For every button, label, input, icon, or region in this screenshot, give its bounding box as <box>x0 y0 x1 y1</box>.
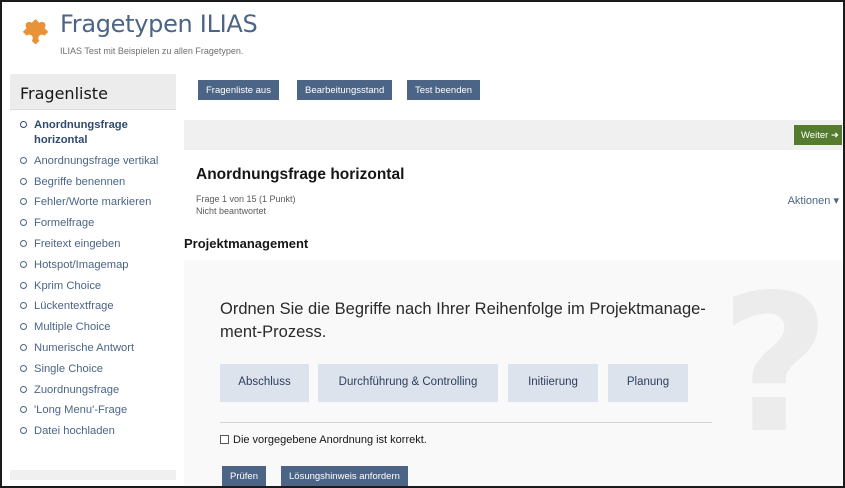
sidebar-item-fehler-worte-markieren[interactable]: Fehler/Worte markieren <box>10 195 176 210</box>
order-item-initiierung[interactable]: Initiierung <box>508 364 598 402</box>
order-correct-checkbox[interactable] <box>220 435 229 444</box>
circle-bullet-icon <box>20 343 27 351</box>
circle-bullet-icon <box>20 281 27 289</box>
sidebar-list: Anordnungsfrage horizontal Anordnungsfra… <box>10 110 176 470</box>
arrow-right-icon: ➜ <box>830 130 839 141</box>
question-title: Anordnungsfrage horizontal <box>196 166 405 183</box>
sidebar-item-hotspot-imagemap[interactable]: Hotspot/Imagemap <box>10 258 176 273</box>
circle-bullet-icon <box>20 239 27 247</box>
sidebar-item-label: Freitext eingeben <box>34 237 121 250</box>
checkbox-label: Die vorgegebene Anordnung ist korrekt. <box>233 434 427 446</box>
circle-bullet-icon <box>20 177 27 185</box>
circle-bullet-icon <box>20 219 27 227</box>
circle-bullet-icon <box>20 364 27 372</box>
order-correct-checkbox-row: Die vorgegebene Anordnung ist korrekt. <box>220 434 427 446</box>
sidebar-item-label: 'Long Menu'-Frage <box>34 404 128 417</box>
circle-bullet-icon <box>20 121 27 128</box>
finish-test-button[interactable]: Test beenden <box>407 80 481 100</box>
sidebar-item-label: Fehler/Worte markieren <box>34 196 152 209</box>
actions-label: Aktionen <box>787 195 831 207</box>
circle-bullet-icon <box>20 406 27 414</box>
sidebar-item-label: Lückentextfrage <box>34 300 114 313</box>
sidebar-heading: Fragenliste <box>10 74 176 110</box>
sidebar-item-freitext-eingeben[interactable]: Freitext eingeben <box>10 237 176 252</box>
puzzle-logo-icon <box>22 19 49 44</box>
sidebar-item-label: Anordnungsfrage horizontal <box>34 119 128 146</box>
request-hint-button[interactable]: Lösungshinweis anfordern <box>281 466 408 486</box>
sidebar-item-label: Zuordnungsfrage <box>34 383 120 396</box>
sidebar-item-label: Hotspot/Imagemap <box>34 258 129 271</box>
sidebar-item-label: Begriffe benennen <box>34 175 126 188</box>
check-button[interactable]: Prüfen <box>222 466 266 486</box>
sidebar-item-lueckentextfrage[interactable]: Lückentextfrage <box>10 299 176 314</box>
sidebar-item-label: Numerische Antwort <box>34 341 135 354</box>
order-item-planung[interactable]: Planung <box>608 364 688 402</box>
divider <box>220 422 712 423</box>
sidebar-item-multiple-choice[interactable]: Multiple Choice <box>10 320 176 335</box>
app-title: Fragetypen ILIAS <box>60 10 258 38</box>
sidebar-item-begriffe-benennen[interactable]: Begriffe benennen <box>10 175 176 190</box>
sidebar-item-datei-hochladen[interactable]: Datei hochladen <box>10 424 176 439</box>
sidebar-item-single-choice[interactable]: Single Choice <box>10 362 176 377</box>
sidebar-item-label: Datei hochladen <box>34 425 115 438</box>
sidebar-item-label: Kprim Choice <box>34 279 102 292</box>
circle-bullet-icon <box>20 302 27 310</box>
circle-bullet-icon <box>20 385 27 393</box>
order-item-durchfuehrung-controlling[interactable]: Durchführung & Controlling <box>318 364 498 402</box>
question-nav-bar: Weiter ➜ <box>184 120 842 150</box>
sidebar-item-anordnungsfrage-vertikal[interactable]: Anordnungsfrage vertikal <box>10 154 176 169</box>
sidebar-item-label: Anordnungsfrage vertikal <box>34 154 159 167</box>
caret-down-icon: ▾ <box>833 195 839 207</box>
sidebar-item-numerische-antwort[interactable]: Numerische Antwort <box>10 341 176 356</box>
order-item-abschluss[interactable]: Abschluss <box>220 364 309 402</box>
next-button[interactable]: Weiter ➜ <box>794 125 842 145</box>
question-text: Ordnen Sie die Begriffe nach Ihrer Reihe… <box>220 298 720 344</box>
next-button-label: Weiter <box>801 130 829 141</box>
page-header: Fragetypen ILIAS ILIAS Test mit Beispiel… <box>2 2 843 70</box>
circle-bullet-icon <box>20 198 27 206</box>
progress-button[interactable]: Bearbeitungsstand <box>297 80 393 100</box>
circle-bullet-icon <box>20 156 27 164</box>
sidebar-item-label: Single Choice <box>34 362 104 375</box>
sidebar-item-formelfrage[interactable]: Formelfrage <box>10 216 176 231</box>
question-list-off-button[interactable]: Fragenliste aus <box>198 80 279 100</box>
question-status: Nicht beantwortet <box>196 206 267 216</box>
question-list-sidebar: Fragenliste Anordnungsfrage horizontal A… <box>10 74 176 480</box>
question-text-line: Ordnen Sie die Begriffe nach Ihrer Reihe… <box>220 300 706 318</box>
circle-bullet-icon <box>20 260 27 268</box>
app-subtitle: ILIAS Test mit Beispielen zu allen Frage… <box>60 46 244 56</box>
circle-bullet-icon <box>20 427 27 435</box>
sidebar-item-label: Formelfrage <box>34 217 95 230</box>
actions-dropdown[interactable]: Aktionen ▾ <box>788 194 839 207</box>
question-position: Frage 1 von 15 (1 Punkt) <box>196 194 296 204</box>
question-mark-icon: ? <box>720 254 831 475</box>
sidebar-item-long-menu-frage[interactable]: 'Long Menu'-Frage <box>10 403 176 418</box>
sidebar-item-anordnungsfrage-horizontal[interactable]: Anordnungsfrage horizontal <box>10 118 176 148</box>
sidebar-item-zuordnungsfrage[interactable]: Zuordnungsfrage <box>10 383 176 398</box>
question-text-line: ment-Prozess. <box>220 323 327 341</box>
sidebar-item-label: Multiple Choice <box>34 321 111 334</box>
sidebar-item-kprim-choice[interactable]: Kprim Choice <box>10 279 176 294</box>
circle-bullet-icon <box>20 323 27 331</box>
section-title: Projektmanagement <box>184 236 309 251</box>
